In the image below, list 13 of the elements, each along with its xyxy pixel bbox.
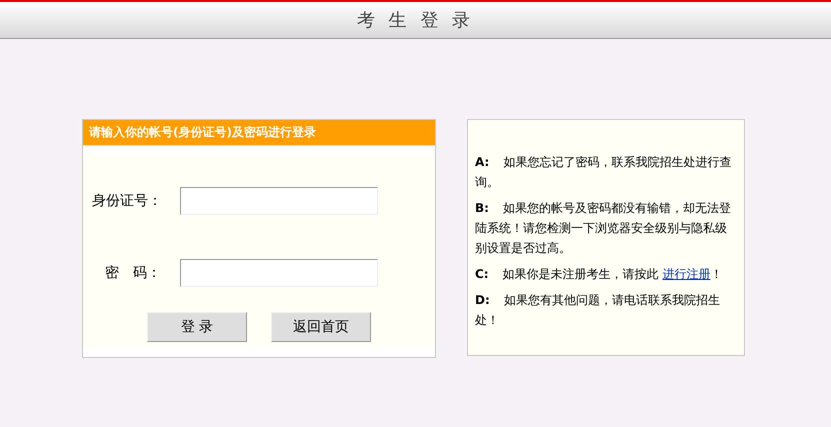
panel-title: 请输入你的帐号(身份证号)及密码进行登录 — [83, 120, 435, 146]
page-title: 考 生 登 录 — [356, 9, 474, 32]
field-label: 身份证号： — [91, 192, 163, 210]
login-button[interactable]: 登 录 — [147, 312, 247, 342]
field-label: 密 码： — [104, 264, 162, 282]
help-item: C: 如果你是未注册考生，请按此 进行注册！ — [475, 266, 724, 283]
home-button[interactable]: 返回首页 — [271, 312, 371, 342]
id-number-field[interactable] — [180, 187, 378, 215]
password-field[interactable] — [180, 259, 378, 287]
help-item: B: 如果您的帐号及密码都没有输错，却无法登陆系统！请您检测一下浏览器安全级别与隐私级别设置是否过高。 — [475, 200, 732, 257]
help-item: D: 如果您有其他问题，请电话联系我院招生处！ — [475, 292, 721, 329]
help-item: A: 如果您忘记了密码，联系我院招生处进行查询。 — [475, 154, 732, 191]
register-link[interactable]: 进行注册 — [662, 267, 710, 281]
